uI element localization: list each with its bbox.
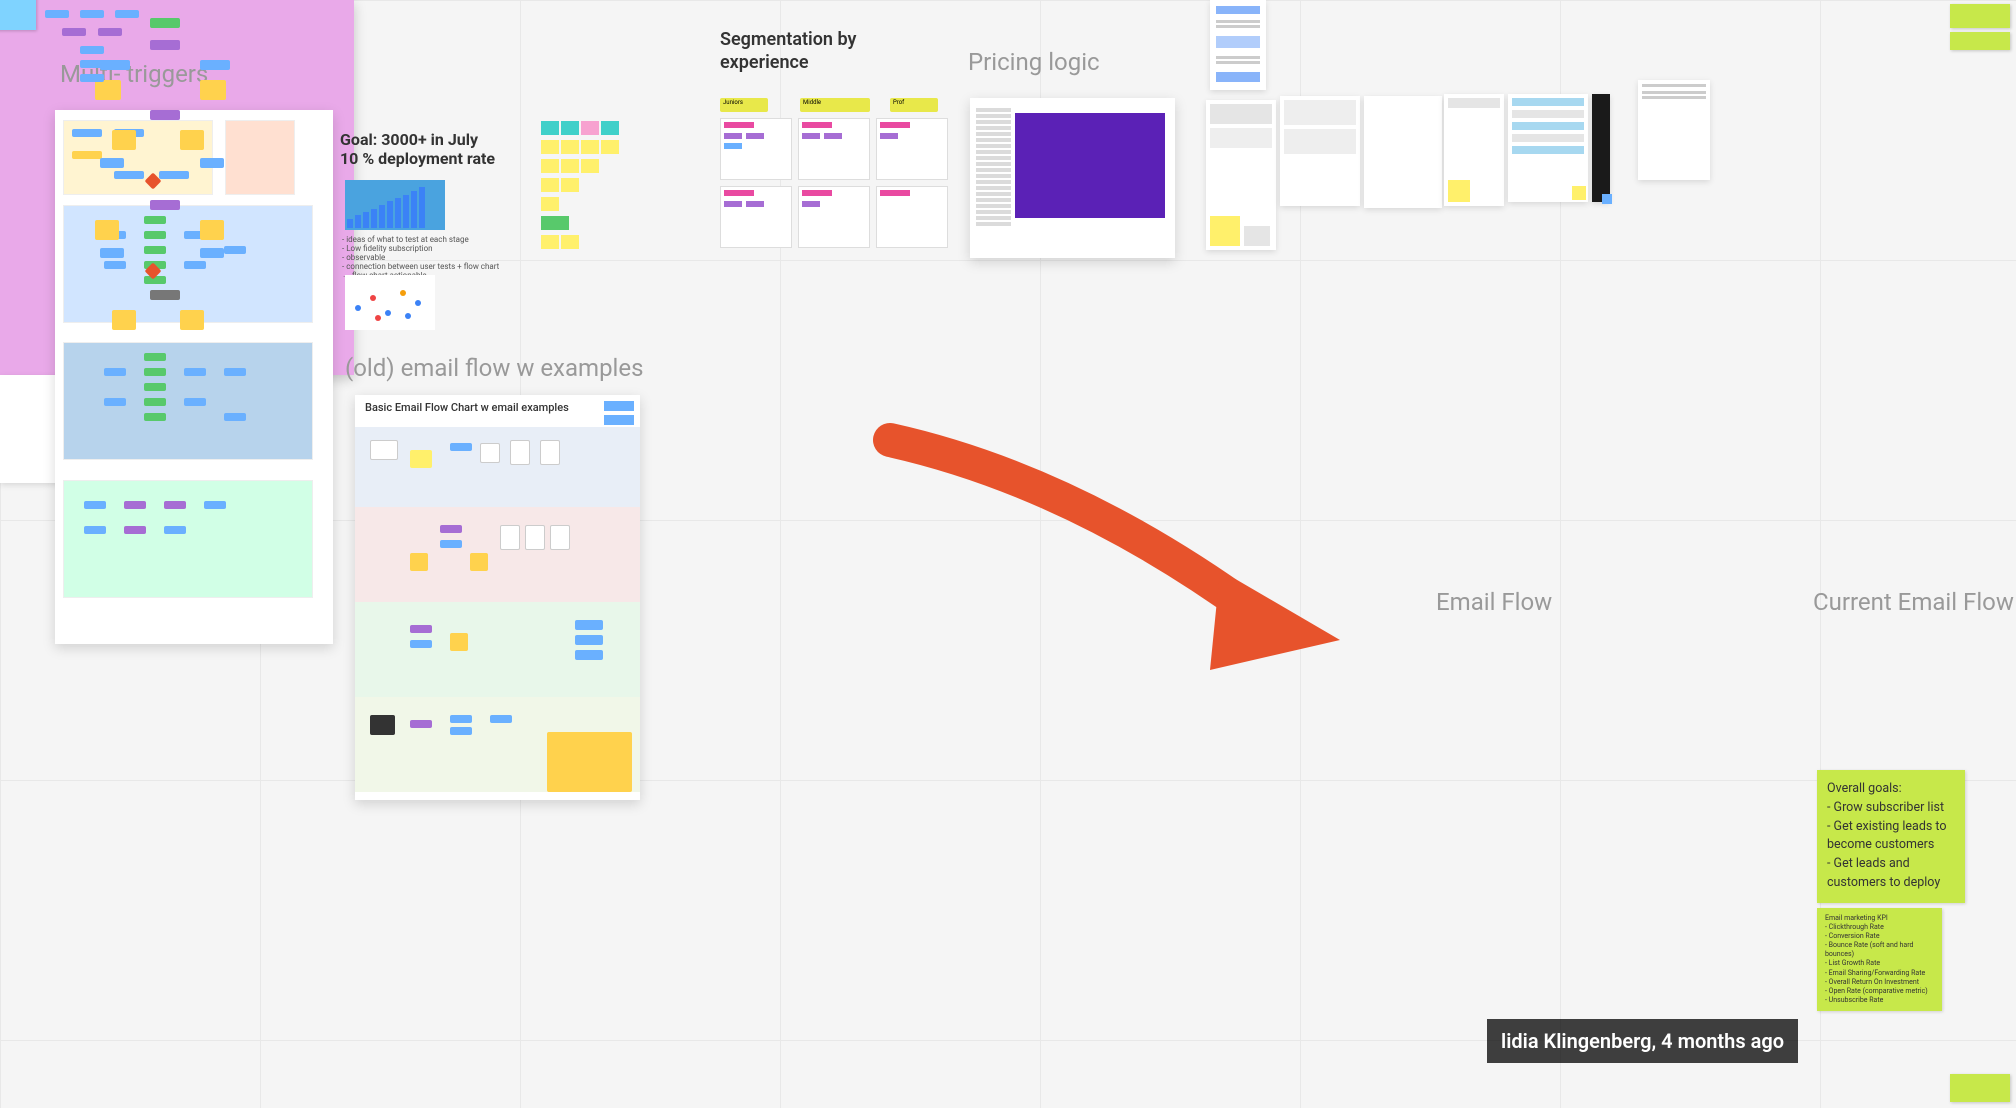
doc-thumb-2[interactable] [1280, 96, 1360, 206]
goals-heading: Overall goals: [1827, 780, 1955, 799]
kpi-i4: - List Growth Rate [1825, 959, 1934, 968]
seg-card[interactable] [798, 186, 870, 248]
kpi-i3: - Bounce Rate (soft and hard bounces) [1825, 941, 1934, 959]
pricing-list [976, 108, 1011, 248]
section-title-pricing: Pricing logic [968, 48, 1100, 76]
section-title-segmentation: Segmentation by experience [720, 28, 880, 75]
email-flow-note-lime-2[interactable] [1950, 32, 2010, 50]
frame-multi-triggers[interactable] [55, 110, 333, 644]
frame-old-email-flow[interactable]: Basic Email Flow Chart w email examples [355, 395, 640, 800]
flow-node [604, 415, 634, 425]
doc-thumb-dark[interactable] [1592, 94, 1610, 202]
miro-canvas[interactable]: Multi- triggers [0, 0, 2016, 1108]
section-title-current-flow: Current Email Flow [1813, 588, 2014, 616]
kpi-i8: - Unsubscribe Rate [1825, 996, 1934, 1005]
kpi-i5: - Email Sharing/Forwarding Rate [1825, 969, 1934, 978]
seg-card[interactable] [720, 186, 792, 248]
kpi-heading: Email marketing KPI [1825, 914, 1934, 923]
section-title-email-flow: Email Flow [1436, 588, 1552, 616]
goal-line2: 10 % deployment rate [340, 149, 495, 168]
goals-b1: - Grow subscriber list [1827, 799, 1955, 818]
flow-node [604, 401, 634, 411]
annotation-arrow-icon [870, 420, 1370, 680]
kpi-i6: - Overall Return On Investment [1825, 978, 1934, 987]
multi-trigger-panel-4[interactable] [63, 480, 313, 598]
sticky-cluster-1[interactable] [540, 120, 700, 253]
goal-notes: - ideas of what to test at each stage - … [342, 235, 502, 280]
frame-author-caption: lidia Klingenberg, 4 months ago [1487, 1019, 1798, 1063]
flow-note-large[interactable] [547, 732, 632, 792]
doc-thumb-tall[interactable] [1210, 0, 1266, 90]
seg-group-juniors[interactable]: Juniors [720, 98, 768, 112]
multi-trigger-panel-3[interactable] [63, 342, 313, 460]
kpi-i1: - Clickthrough Rate [1825, 923, 1934, 932]
frame-pricing-logic[interactable] [970, 98, 1175, 258]
multi-trigger-panel-1b[interactable] [225, 120, 295, 195]
flow-row-trials [355, 507, 640, 602]
seg-card[interactable] [876, 186, 948, 248]
seg-card[interactable] [720, 118, 792, 180]
doc-thumb-4[interactable] [1444, 94, 1504, 206]
email-flow-note-lime-3[interactable] [1950, 1074, 2010, 1102]
goal-text: Goal: 3000+ in July 10 % deployment rate [340, 130, 495, 168]
goal-line1: Goal: 3000+ in July [340, 130, 495, 149]
frame-old-email-flow-title: Basic Email Flow Chart w email examples [365, 401, 569, 414]
pricing-highlighted-block[interactable] [1015, 113, 1165, 218]
seg-card[interactable] [876, 118, 948, 180]
goal-bar-chart[interactable] [345, 180, 445, 230]
seg-card[interactable] [798, 118, 870, 180]
doc-thumb-1[interactable] [1206, 100, 1276, 250]
goals-b2: - Get existing leads to become customers [1827, 818, 1955, 856]
seg-group-prof[interactable]: Prof [890, 98, 938, 112]
flow-row-signup [355, 427, 640, 507]
sticky-email-kpi[interactable]: Email marketing KPI - Clickthrough Rate … [1817, 908, 1942, 1011]
doc-thumb-3[interactable] [1364, 96, 1442, 208]
kpi-i2: - Conversion Rate [1825, 932, 1934, 941]
sticky-overall-goals[interactable]: Overall goals: - Grow subscriber list - … [1817, 770, 1965, 903]
goal-scatter-thumb[interactable] [345, 275, 435, 330]
doc-thumb-5[interactable] [1508, 94, 1588, 202]
seg-group-middle[interactable]: Middle [800, 98, 870, 112]
section-title-old-flow: (old) email flow w examples [345, 354, 644, 382]
kpi-i7: - Open Rate (comparative metric) [1825, 987, 1934, 996]
email-flow-note-blue[interactable] [0, 0, 36, 30]
email-flow-note-lime-1[interactable] [1950, 4, 2010, 28]
goals-b3: - Get leads and customers to deploy [1827, 855, 1955, 893]
doc-thumb-6[interactable] [1638, 80, 1710, 180]
